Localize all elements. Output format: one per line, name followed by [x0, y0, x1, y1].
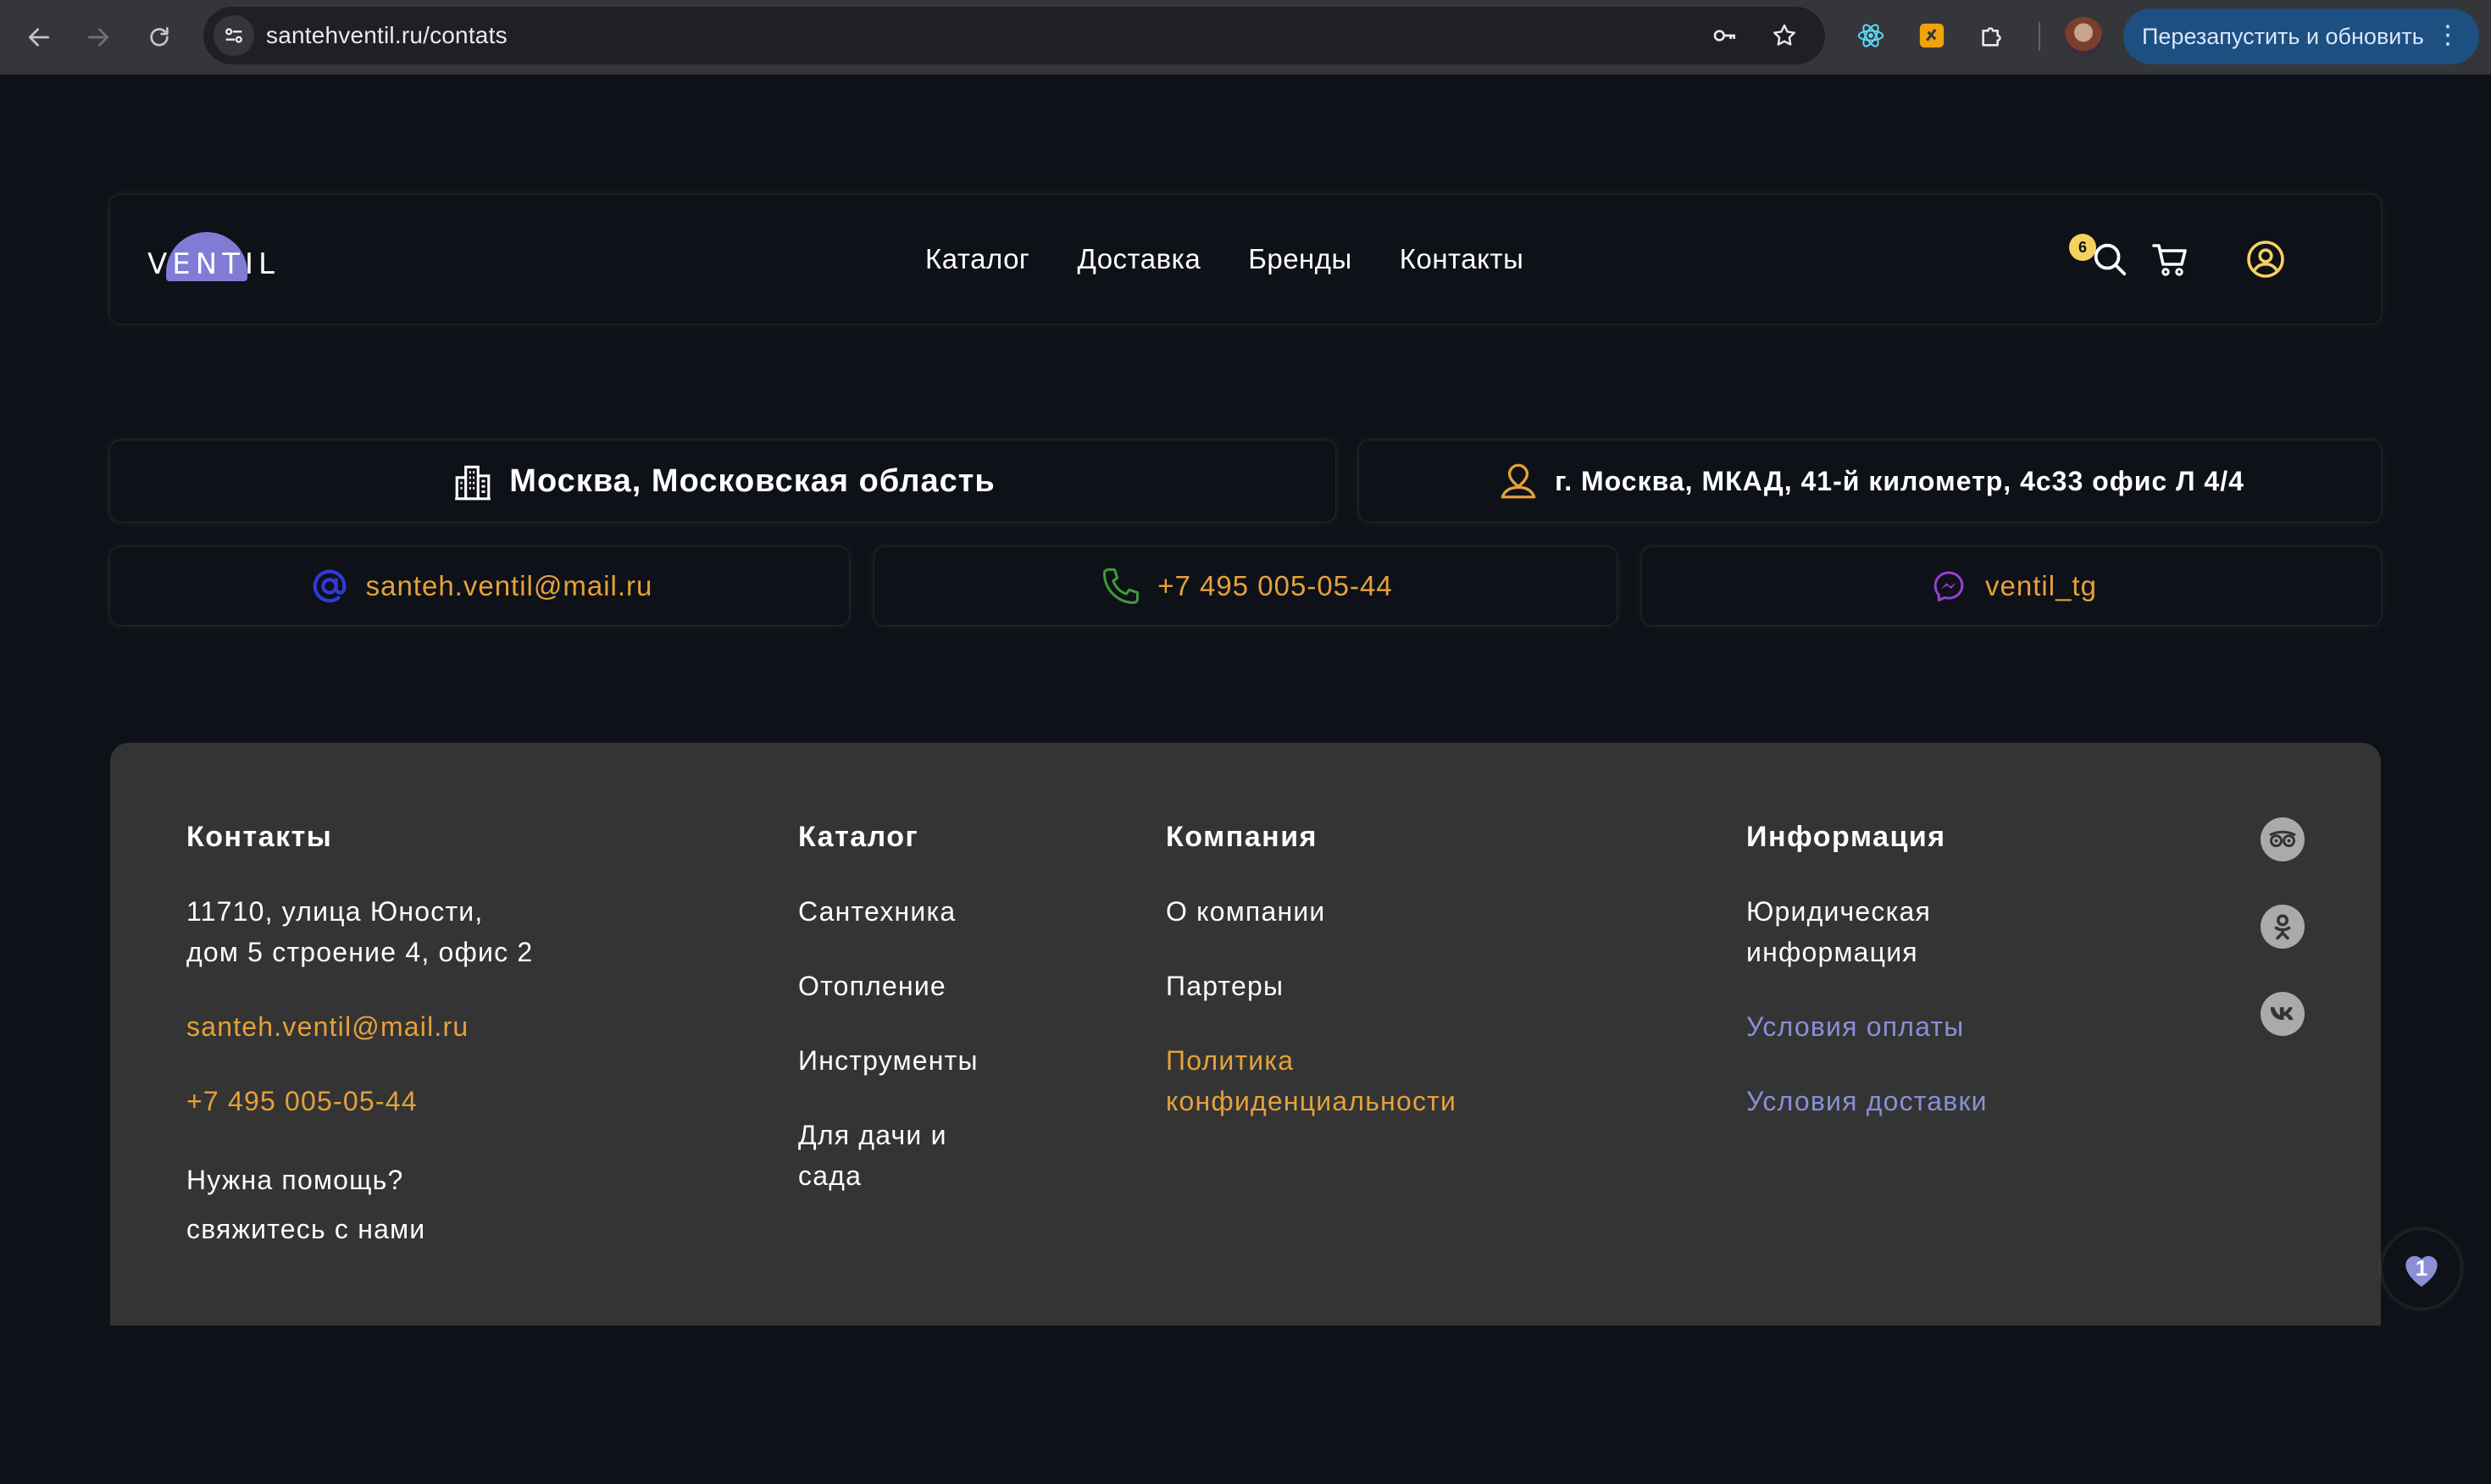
footer-help-line2: свяжитесь с нами [186, 1214, 426, 1244]
footer-help[interactable]: Нужна помощь? свяжитесь с нами [186, 1155, 533, 1254]
footer-catalog-column: Каталог Сантехника Отопление Инструменты… [798, 821, 979, 1230]
footer-company-column: Компания О компании Партеры Политика кон… [1166, 821, 1456, 1155]
tripadvisor-icon[interactable] [2261, 817, 2305, 861]
site-info-button[interactable] [214, 15, 254, 56]
reload-icon [150, 27, 169, 47]
site-footer: Контакты 11710, улица Юности, дом 5 стро… [110, 743, 2381, 1326]
city-buildings-icon [450, 458, 496, 504]
extension-orange-icon[interactable] [1915, 19, 1949, 53]
footer-address-line1: 11710, улица Юности, [186, 896, 484, 927]
telegram-link[interactable]: ventil_tg [1985, 570, 2097, 602]
account-button[interactable] [2244, 237, 2288, 281]
url-text: santehventil.ru/contats [266, 22, 508, 48]
vk-icon[interactable] [2261, 992, 2305, 1036]
footer-email-link[interactable]: santeh.ventil@mail.ru [186, 1006, 533, 1047]
messenger-icon [1926, 563, 1972, 609]
profile-avatar[interactable] [2064, 17, 2103, 56]
footer-link-tools[interactable]: Инструменты [798, 1040, 979, 1081]
relaunch-label: Перезапустить и обновить [2142, 23, 2424, 49]
nav-delivery[interactable]: Доставка [1077, 243, 1201, 275]
logo-text: VENTIL [147, 247, 280, 281]
footer-company-title: Компания [1166, 821, 1318, 853]
nav-brands[interactable]: Бренды [1248, 243, 1352, 275]
address-card: г. Москва, МКАД, 41-й километр, 4с33 офи… [1359, 440, 2381, 522]
footer-contacts-title: Контакты [186, 821, 333, 853]
nav-catalog[interactable]: Каталог [925, 243, 1029, 275]
relaunch-update-button[interactable]: Перезапустить и обновить ⋮ [2123, 8, 2479, 64]
footer-privacy-line2: конфиденциальности [1166, 1086, 1457, 1116]
reload-button[interactable] [141, 19, 178, 56]
footer-link-partners[interactable]: Партеры [1166, 966, 1456, 1006]
cart-button[interactable] [2149, 237, 2193, 281]
at-sign-icon [307, 563, 352, 609]
telegram-card[interactable]: ventil_tg [1642, 547, 2381, 625]
footer-phone-link[interactable]: +7 495 005-05-44 [186, 1081, 533, 1121]
email-card[interactable]: santeh.ventil@mail.ru [110, 547, 849, 625]
extensions-puzzle-icon[interactable] [1976, 19, 2010, 53]
favorites-button[interactable]: 1 [2383, 1230, 2460, 1308]
footer-contacts-column: Контакты 11710, улица Юности, дом 5 стро… [186, 821, 533, 1287]
footer-link-delivery[interactable]: Условия доставки [1746, 1081, 1988, 1121]
more-vert-icon[interactable]: ⋮ [2435, 20, 2460, 50]
browser-toolbar: santehventil.ru/contats Перезапустить и … [0, 0, 2491, 75]
favorites-count: 1 [2415, 1255, 2428, 1281]
user-circle-icon [2247, 241, 2284, 278]
footer-address-line2: дом 5 строение 4, офис 2 [186, 937, 534, 967]
footer-info-column: Информация Юридическая информация Услови… [1746, 821, 1988, 1155]
react-devtools-icon[interactable] [1854, 19, 1888, 53]
region-text: Москва, Московская область [509, 462, 996, 499]
footer-link-garden[interactable]: Для дачи и сада [798, 1115, 979, 1196]
footer-privacy-line1: Политика [1166, 1045, 1295, 1076]
arrow-left-icon [29, 28, 49, 47]
site-logo[interactable]: VENTIL [147, 219, 283, 295]
toolbar-separator [2039, 22, 2040, 51]
phone-card[interactable]: +7 495 005-05-44 [874, 547, 1617, 625]
odnoklassniki-icon[interactable] [2261, 905, 2305, 949]
footer-link-payment[interactable]: Условия оплаты [1746, 1006, 1988, 1047]
footer-link-about[interactable]: О компании [1166, 891, 1456, 932]
location-person-icon [1495, 458, 1541, 504]
footer-link-privacy[interactable]: Политика конфиденциальности [1166, 1040, 1456, 1121]
phone-icon [1098, 563, 1144, 609]
email-link[interactable]: santeh.ventil@mail.ru [366, 570, 653, 602]
bookmark-star-icon[interactable] [1771, 22, 1798, 49]
forward-button[interactable] [80, 19, 117, 56]
cart-icon [2152, 244, 2187, 276]
key-icon[interactable] [1712, 22, 1739, 49]
footer-link-heating[interactable]: Отопление [798, 966, 979, 1006]
phone-link[interactable]: +7 495 005-05-44 [1157, 570, 1392, 602]
cart-count-badge: 6 [2069, 234, 2096, 261]
footer-info-title: Информация [1746, 821, 1946, 853]
main-nav: Каталог Доставка Бренды Контакты [925, 195, 1571, 324]
footer-garden-line2: сада [798, 1160, 863, 1191]
footer-help-line1: Нужна помощь? [186, 1165, 404, 1195]
footer-legal-line2: информация [1746, 937, 1918, 967]
tune-icon [225, 28, 242, 43]
address-text: г. Москва, МКАД, 41-й километр, 4с33 офи… [1555, 465, 2244, 496]
arrow-right-icon [88, 28, 108, 47]
footer-link-legal[interactable]: Юридическая информация [1746, 891, 1988, 972]
footer-address: 11710, улица Юности, дом 5 строение 4, о… [186, 891, 533, 972]
nav-contacts[interactable]: Контакты [1400, 243, 1524, 275]
region-card: Москва, Московская область [110, 440, 1335, 522]
footer-legal-line1: Юридическая [1746, 896, 1932, 927]
footer-link-plumbing[interactable]: Сантехника [798, 891, 979, 932]
footer-catalog-title: Каталог [798, 821, 919, 853]
back-button[interactable] [20, 19, 58, 56]
footer-garden-line1: Для дачи и [798, 1120, 947, 1150]
address-bar[interactable]: santehventil.ru/contats [203, 7, 1825, 64]
site-header: VENTIL Каталог Доставка Бренды Контакты [110, 195, 2381, 324]
